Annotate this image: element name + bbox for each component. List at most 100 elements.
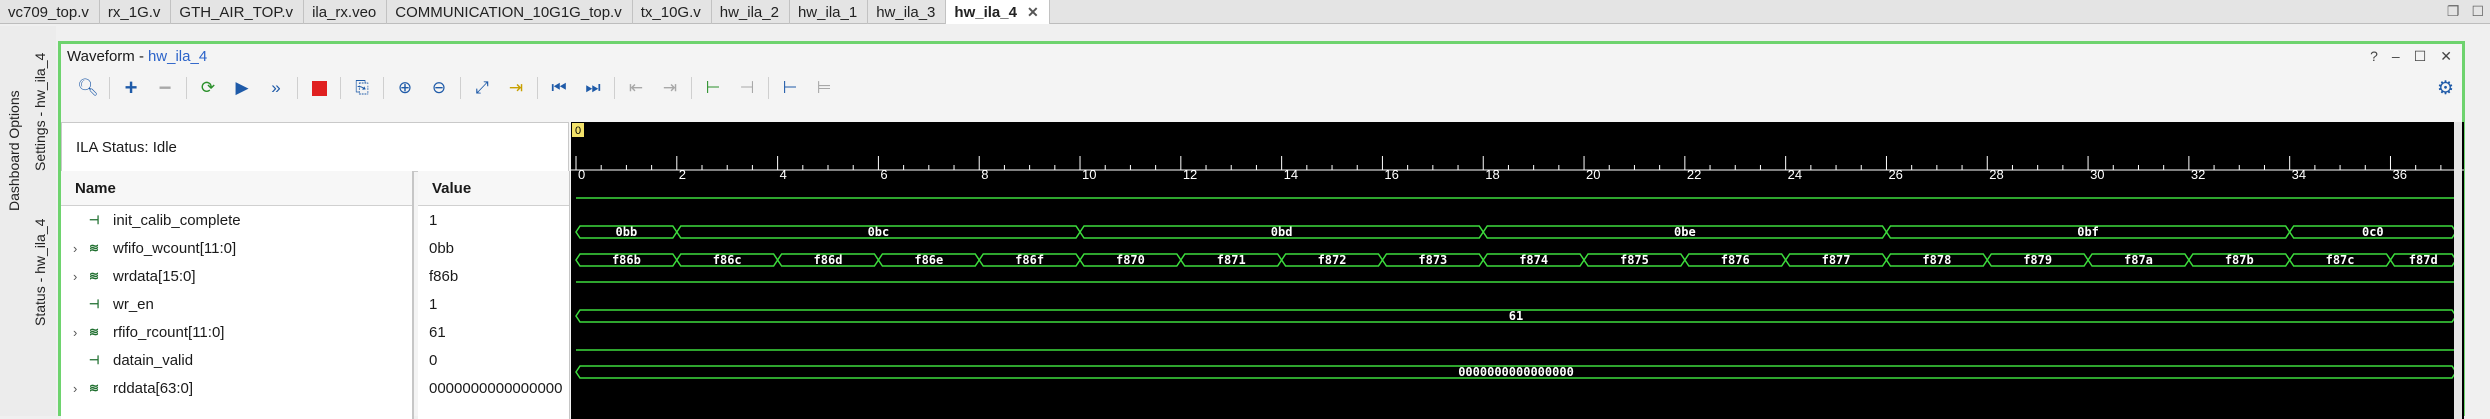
signal-names-panel: Name ⊣ init_calib_complete › ≋ wfifo_wcount… (61, 171, 414, 419)
signal-row[interactable]: ⊣ datain_valid (61, 346, 412, 374)
file-tab-active[interactable]: hw_ila_4 ✕ (946, 0, 1050, 24)
toolbar-divider (297, 77, 298, 99)
help-icon[interactable]: ? (2370, 48, 2378, 65)
toolbar-divider (460, 77, 461, 99)
add-probe-icon[interactable]: + (114, 74, 148, 102)
run-trigger-icon[interactable]: ▶ (225, 74, 259, 102)
time-tick-label: 22 (1687, 167, 1701, 182)
file-tab[interactable]: rx_1G.v (100, 0, 172, 24)
time-tick-label: 26 (1888, 167, 1902, 182)
tab-label: hw_ila_4 (954, 3, 1017, 21)
wrdata-value-label: f871 (1217, 253, 1246, 267)
signal-row[interactable]: › ≋ rfifo_rcount[11:0] (61, 318, 412, 346)
minimize-icon[interactable]: – (2392, 48, 2400, 65)
file-tab[interactable]: hw_ila_2 (712, 0, 790, 24)
signal-row[interactable]: ⊣ init_calib_complete (61, 206, 412, 234)
panel-subtitle[interactable]: hw_ila_4 (148, 48, 207, 65)
settings-tab[interactable]: Settings - hw_ila_4 (32, 53, 48, 171)
stop-trigger-icon[interactable] (302, 74, 336, 102)
close-tab-icon[interactable]: ✕ (1027, 4, 1039, 21)
rfifo-rcount-value-label: 61 (1509, 309, 1523, 323)
wrdata-value-label: f873 (1418, 253, 1447, 267)
time-tick-label: 4 (780, 167, 787, 182)
zoom-in-icon[interactable]: ⊕ (388, 74, 422, 102)
wrdata-value-label: f875 (1620, 253, 1649, 267)
signal-value: 1 (429, 295, 438, 313)
remove-probe-icon[interactable]: − (148, 74, 182, 102)
restore-icon[interactable]: ❐ (2447, 3, 2460, 20)
file-tab[interactable]: hw_ila_3 (868, 0, 947, 24)
toolbar-divider (340, 77, 341, 99)
ila-status-text: ILA Status: Idle (76, 138, 177, 156)
wfifo-wcount-value-label: 0be (1674, 225, 1696, 239)
add-marker-icon[interactable]: ⊢ (696, 74, 730, 102)
panel-title: Waveform - hw_ila_4 (61, 44, 2462, 69)
name-column-header[interactable]: Name (61, 171, 412, 206)
wfifo-wcount-value-label: 0bd (1271, 225, 1293, 239)
close-icon[interactable]: ✕ (2440, 48, 2452, 65)
status-tab[interactable]: Status - hw_ila_4 (32, 219, 48, 326)
expand-icon[interactable]: › (73, 325, 85, 340)
expand-icon[interactable]: › (73, 381, 85, 396)
previous-marker-icon[interactable]: ⊣ (730, 74, 764, 102)
swap-cursors-icon[interactable]: ⊨ (807, 74, 841, 102)
signal-row[interactable]: › ≋ wrdata[15:0] (61, 262, 412, 290)
time-tick-label: 36 (2392, 167, 2406, 182)
restore-icon[interactable]: ☐ (2414, 48, 2427, 65)
vertical-scrollbar[interactable] (2454, 122, 2462, 419)
file-tab[interactable]: ila_rx.veo (304, 0, 388, 24)
time-tick-label: 2 (679, 167, 686, 182)
time-tick-label: 8 (981, 167, 988, 182)
expand-icon[interactable]: › (73, 241, 85, 256)
side-tab-strip: Dashboard Options Settings - hw_ila_4 St… (0, 26, 56, 416)
bus-icon: ≋ (89, 381, 100, 395)
wrdata-value-label: f86e (914, 253, 943, 267)
wrdata-value-label: f87d (2409, 253, 2438, 267)
previous-transition-icon[interactable]: ⇤ (619, 74, 653, 102)
signal-row[interactable]: › ≋ rddata[63:0] (61, 374, 412, 402)
file-tab[interactable]: tx_10G.v (633, 0, 712, 24)
run-immediate-icon[interactable]: » (259, 74, 293, 102)
file-tab[interactable]: COMMUNICATION_10G1G_top.v (387, 0, 633, 24)
wrdata-value-label: f87a (2124, 253, 2153, 267)
maximize-icon[interactable]: ☐ (2471, 3, 2484, 20)
signal-row[interactable]: › ≋ wfifo_wcount[11:0] (61, 234, 412, 262)
export-data-icon[interactable]: ⎘ (345, 74, 379, 102)
waveform-canvas[interactable]: 0 0 2 4 6 8 10 12 14 16 18 20 22 24 26 28 30 32 34 36 0bb 0bc… (571, 122, 2464, 419)
go-to-cursor-icon[interactable]: ⇥ (499, 74, 533, 102)
file-tab[interactable]: GTH_AIR_TOP.v (171, 0, 305, 24)
tab-label: GTH_AIR_TOP.v (179, 3, 294, 21)
wrdata-value-label: f87c (2326, 253, 2355, 267)
time-tick-label: 24 (1788, 167, 1802, 182)
zoom-fit-icon[interactable]: ⤢ (465, 74, 499, 102)
cursor-marker-label: 0 (575, 125, 581, 137)
time-tick-label: 12 (1183, 167, 1197, 182)
time-tick-label: 34 (2292, 167, 2306, 182)
next-transition-icon[interactable]: ⇥ (653, 74, 687, 102)
file-tab[interactable]: vc709_top.v (0, 0, 100, 24)
wrdata-value-label: f876 (1721, 253, 1750, 267)
toolbar-divider (691, 77, 692, 99)
toolbar-divider (186, 77, 187, 99)
file-tab[interactable]: hw_ila_1 (790, 0, 869, 24)
search-icon[interactable]: 🔍︎ (71, 74, 105, 102)
expand-icon[interactable]: › (73, 269, 85, 284)
next-marker-icon[interactable]: ⊢ (773, 74, 807, 102)
gear-icon[interactable]: ⚙ (2437, 77, 2454, 100)
rddata-value-label: 0000000000000000 (1458, 365, 1574, 379)
signal-row[interactable]: ⊣ wr_en (61, 290, 412, 318)
zoom-out-icon[interactable]: ⊖ (422, 74, 456, 102)
go-to-start-icon[interactable]: ⏮ (542, 74, 576, 102)
signal-value: 0000000000000000 (429, 379, 563, 397)
tab-label: hw_ila_1 (797, 3, 858, 21)
waveform-svg[interactable]: 00 2 4 6 8 10 12 14 16 18 20 22 24 26 28 30 32 34 360bb 0bc… (571, 122, 2464, 419)
wrdata-value-label: f874 (1519, 253, 1548, 267)
dashboard-options-tab[interactable]: Dashboard Options (6, 90, 22, 211)
toolbar-divider (537, 77, 538, 99)
value-column-header[interactable]: Value (418, 171, 569, 206)
go-to-end-icon[interactable]: ⏭ (576, 74, 610, 102)
time-tick-label: 32 (2191, 167, 2205, 182)
auto-retrigger-icon[interactable]: ⟳ (191, 74, 225, 102)
toolbar-divider (383, 77, 384, 99)
tab-label: vc709_top.v (8, 3, 89, 21)
